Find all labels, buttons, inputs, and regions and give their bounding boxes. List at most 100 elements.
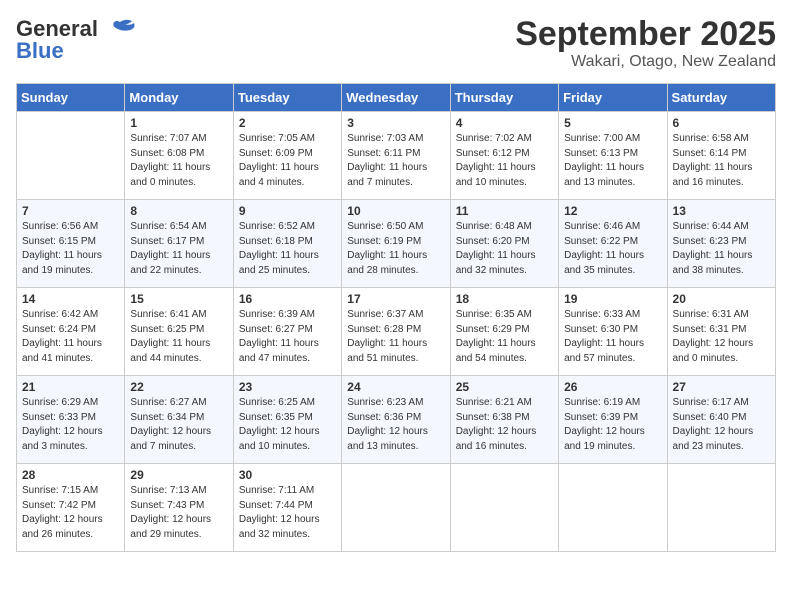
day-number: 28 [22, 468, 119, 482]
day-number: 12 [564, 204, 661, 218]
calendar-cell: 11Sunrise: 6:48 AM Sunset: 6:20 PM Dayli… [450, 200, 558, 288]
header-day-monday: Monday [125, 84, 233, 112]
header-day-tuesday: Tuesday [233, 84, 341, 112]
calendar-cell: 5 Sunrise: 7:00 AM Sunset: 6:13 PM Daylig… [559, 112, 667, 200]
cell-content: Sunrise: 6:44 AM Sunset: 6:23 PM Dayligh… [673, 220, 770, 278]
day-number: 23 [239, 380, 336, 394]
calendar-cell: 18Sunrise: 6:35 AM Sunset: 6:29 PM Dayli… [450, 288, 558, 376]
cell-content: Sunrise: 6:29 AM Sunset: 6:33 PM Dayligh… [22, 396, 119, 454]
cell-content: Sunrise: 6:42 AM Sunset: 6:24 PM Dayligh… [22, 308, 119, 366]
day-number: 7 [22, 204, 119, 218]
day-number: 30 [239, 468, 336, 482]
cell-content: Sunrise: 6:48 AM Sunset: 6:20 PM Dayligh… [456, 220, 553, 278]
header: General Blue September 2025 Wakari, Otag… [16, 16, 776, 71]
calendar-cell: 8 Sunrise: 6:54 AM Sunset: 6:17 PM Daylig… [125, 200, 233, 288]
calendar-cell: 21 Sunrise: 6:29 AM Sunset: 6:33 PM Dayli… [17, 376, 125, 464]
calendar-cell [342, 464, 450, 552]
day-number: 1 [130, 116, 227, 130]
day-number: 25 [456, 380, 553, 394]
calendar-header-row: SundayMondayTuesdayWednesdayThursdayFrid… [17, 84, 776, 112]
day-number: 13 [673, 204, 770, 218]
day-number: 20 [673, 292, 770, 306]
day-number: 4 [456, 116, 553, 130]
calendar-cell: 24Sunrise: 6:23 AM Sunset: 6:36 PM Dayli… [342, 376, 450, 464]
calendar-cell: 19 Sunrise: 6:33 AM Sunset: 6:30 PM Dayli… [559, 288, 667, 376]
calendar-cell: 26 Sunrise: 6:19 AM Sunset: 6:39 PM Dayli… [559, 376, 667, 464]
calendar-cell: 27Sunrise: 6:17 AM Sunset: 6:40 PM Dayli… [667, 376, 775, 464]
calendar-week-3: 14 Sunrise: 6:42 AM Sunset: 6:24 PM Dayli… [17, 288, 776, 376]
cell-content: Sunrise: 6:39 AM Sunset: 6:27 PM Dayligh… [239, 308, 336, 366]
cell-content: Sunrise: 6:27 AM Sunset: 6:34 PM Dayligh… [130, 396, 227, 454]
day-number: 2 [239, 116, 336, 130]
cell-content: Sunrise: 7:13 AM Sunset: 7:43 PM Dayligh… [130, 484, 227, 542]
logo: General Blue [16, 16, 138, 64]
cell-content: Sunrise: 6:21 AM Sunset: 6:38 PM Dayligh… [456, 396, 553, 454]
day-number: 17 [347, 292, 444, 306]
calendar-cell: 17 Sunrise: 6:37 AM Sunset: 6:28 PM Dayli… [342, 288, 450, 376]
day-number: 8 [130, 204, 227, 218]
day-number: 18 [456, 292, 553, 306]
calendar-cell: 1 Sunrise: 7:07 AM Sunset: 6:08 PM Daylig… [125, 112, 233, 200]
calendar-cell [17, 112, 125, 200]
cell-content: Sunrise: 6:58 AM Sunset: 6:14 PM Dayligh… [673, 132, 770, 190]
day-number: 26 [564, 380, 661, 394]
cell-content: Sunrise: 6:46 AM Sunset: 6:22 PM Dayligh… [564, 220, 661, 278]
cell-content: Sunrise: 6:33 AM Sunset: 6:30 PM Dayligh… [564, 308, 661, 366]
calendar-cell: 6 Sunrise: 6:58 AM Sunset: 6:14 PM Daylig… [667, 112, 775, 200]
calendar-cell: 10 Sunrise: 6:50 AM Sunset: 6:19 PM Dayli… [342, 200, 450, 288]
cell-content: Sunrise: 7:07 AM Sunset: 6:08 PM Dayligh… [130, 132, 227, 190]
calendar-cell: 4 Sunrise: 7:02 AM Sunset: 6:12 PM Daylig… [450, 112, 558, 200]
day-number: 10 [347, 204, 444, 218]
day-number: 15 [130, 292, 227, 306]
calendar-week-5: 28 Sunrise: 7:15 AM Sunset: 7:42 PM Dayli… [17, 464, 776, 552]
calendar-cell: 12 Sunrise: 6:46 AM Sunset: 6:22 PM Dayli… [559, 200, 667, 288]
calendar-cell: 3Sunrise: 7:03 AM Sunset: 6:11 PM Daylig… [342, 112, 450, 200]
calendar-cell: 7 Sunrise: 6:56 AM Sunset: 6:15 PM Daylig… [17, 200, 125, 288]
calendar-cell [667, 464, 775, 552]
cell-content: Sunrise: 7:11 AM Sunset: 7:44 PM Dayligh… [239, 484, 336, 542]
cell-content: Sunrise: 6:54 AM Sunset: 6:17 PM Dayligh… [130, 220, 227, 278]
logo-blue: Blue [16, 38, 64, 64]
calendar-cell: 9Sunrise: 6:52 AM Sunset: 6:18 PM Daylig… [233, 200, 341, 288]
cell-content: Sunrise: 7:02 AM Sunset: 6:12 PM Dayligh… [456, 132, 553, 190]
cell-content: Sunrise: 6:19 AM Sunset: 6:39 PM Dayligh… [564, 396, 661, 454]
day-number: 16 [239, 292, 336, 306]
calendar-cell: 13 Sunrise: 6:44 AM Sunset: 6:23 PM Dayli… [667, 200, 775, 288]
day-number: 27 [673, 380, 770, 394]
header-day-wednesday: Wednesday [342, 84, 450, 112]
cell-content: Sunrise: 6:56 AM Sunset: 6:15 PM Dayligh… [22, 220, 119, 278]
cell-content: Sunrise: 7:00 AM Sunset: 6:13 PM Dayligh… [564, 132, 661, 190]
day-number: 19 [564, 292, 661, 306]
cell-content: Sunrise: 6:31 AM Sunset: 6:31 PM Dayligh… [673, 308, 770, 366]
calendar-cell: 15 Sunrise: 6:41 AM Sunset: 6:25 PM Dayli… [125, 288, 233, 376]
day-number: 29 [130, 468, 227, 482]
calendar-cell: 16 Sunrise: 6:39 AM Sunset: 6:27 PM Dayli… [233, 288, 341, 376]
cell-content: Sunrise: 6:37 AM Sunset: 6:28 PM Dayligh… [347, 308, 444, 366]
calendar-cell [559, 464, 667, 552]
cell-content: Sunrise: 6:50 AM Sunset: 6:19 PM Dayligh… [347, 220, 444, 278]
calendar-week-4: 21 Sunrise: 6:29 AM Sunset: 6:33 PM Dayli… [17, 376, 776, 464]
calendar-cell [450, 464, 558, 552]
header-day-sunday: Sunday [17, 84, 125, 112]
cell-content: Sunrise: 7:05 AM Sunset: 6:09 PM Dayligh… [239, 132, 336, 190]
calendar-table: SundayMondayTuesdayWednesdayThursdayFrid… [16, 83, 776, 552]
day-number: 3 [347, 116, 444, 130]
calendar-cell: 22Sunrise: 6:27 AM Sunset: 6:34 PM Dayli… [125, 376, 233, 464]
calendar-cell: 28 Sunrise: 7:15 AM Sunset: 7:42 PM Dayli… [17, 464, 125, 552]
calendar-cell: 29 Sunrise: 7:13 AM Sunset: 7:43 PM Dayli… [125, 464, 233, 552]
day-number: 6 [673, 116, 770, 130]
calendar-cell: 23Sunrise: 6:25 AM Sunset: 6:35 PM Dayli… [233, 376, 341, 464]
calendar-cell: 2 Sunrise: 7:05 AM Sunset: 6:09 PM Daylig… [233, 112, 341, 200]
month-title: September 2025 [515, 16, 776, 53]
day-number: 21 [22, 380, 119, 394]
cell-content: Sunrise: 7:15 AM Sunset: 7:42 PM Dayligh… [22, 484, 119, 542]
cell-content: Sunrise: 6:41 AM Sunset: 6:25 PM Dayligh… [130, 308, 227, 366]
location: Wakari, Otago, New Zealand [515, 53, 776, 71]
header-day-saturday: Saturday [667, 84, 775, 112]
calendar-week-2: 7 Sunrise: 6:56 AM Sunset: 6:15 PM Daylig… [17, 200, 776, 288]
day-number: 14 [22, 292, 119, 306]
cell-content: Sunrise: 6:23 AM Sunset: 6:36 PM Dayligh… [347, 396, 444, 454]
calendar-cell: 25 Sunrise: 6:21 AM Sunset: 6:38 PM Dayli… [450, 376, 558, 464]
header-day-friday: Friday [559, 84, 667, 112]
day-number: 5 [564, 116, 661, 130]
